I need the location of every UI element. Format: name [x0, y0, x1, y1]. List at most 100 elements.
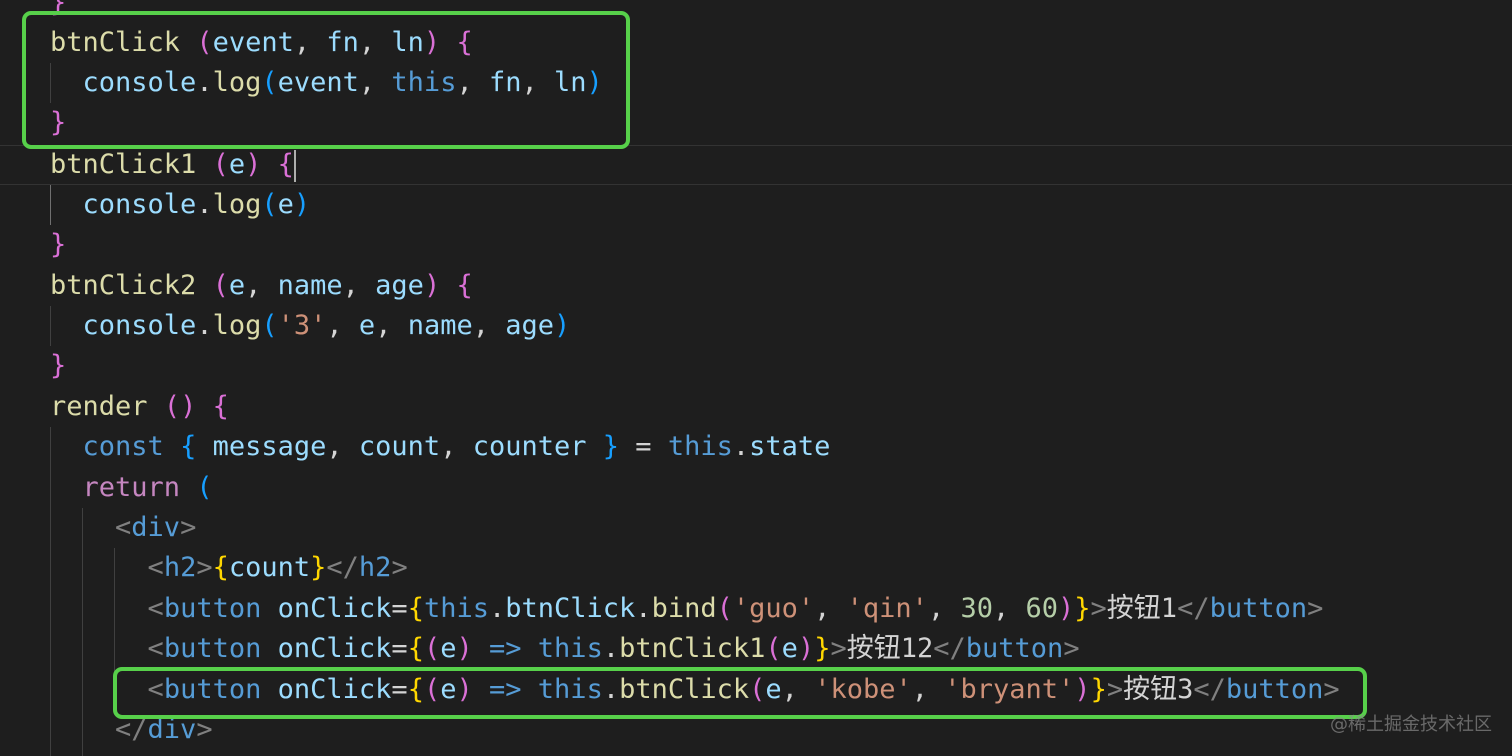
code-token: ( [765, 633, 782, 664]
code-token: > [1063, 633, 1080, 664]
code-token: 'guo' [732, 593, 815, 624]
code-token: e [440, 633, 457, 664]
code-token: </ [1177, 593, 1210, 624]
code-token: </ [326, 552, 359, 583]
code-token: , [326, 431, 359, 462]
code-line: } [50, 346, 66, 386]
code-token: button [163, 633, 262, 664]
code-token: ) [456, 633, 473, 664]
code-token: counter [472, 431, 587, 462]
code-token: btnClick1 [50, 149, 197, 180]
code-token: ( [423, 633, 441, 664]
code-token: } [50, 229, 67, 260]
code-token: bind [651, 593, 717, 624]
code-token: . [196, 310, 213, 341]
code-token: '3' [277, 310, 327, 341]
code-token: . [602, 633, 620, 664]
code-token: . [732, 431, 750, 462]
code-token: > [196, 552, 213, 583]
code-token: = [391, 633, 408, 664]
code-token: render [50, 391, 148, 422]
code-editor[interactable]: } btnClick (event, fn, ln) { console.log… [0, 0, 1512, 756]
code-token: () [163, 391, 197, 422]
code-token: onClick [277, 633, 392, 664]
code-line: <button onClick={this.btnClick.bind('guo… [50, 589, 1324, 629]
code-token: ( [212, 149, 229, 180]
code-token: this [423, 593, 489, 624]
code-token: btnClick2 [50, 270, 197, 301]
code-token: count [228, 552, 311, 583]
code-token: ( [261, 310, 278, 341]
code-line: console.log('3', e, name, age) [50, 306, 571, 346]
code-token: state [749, 431, 831, 462]
code-token: > [1090, 593, 1107, 624]
code-token: > [830, 633, 847, 664]
code-token: , [440, 431, 473, 462]
code-token: = [619, 431, 668, 462]
code-token: 按钮1 [1106, 593, 1178, 624]
code-token: ) [554, 310, 571, 341]
code-token: } [310, 552, 327, 583]
code-token: ) [245, 149, 262, 180]
code-token: 'qin' [846, 593, 928, 624]
code-token: div [131, 512, 181, 543]
code-token: name [277, 270, 343, 301]
code-line: const { message, count, counter } = this… [50, 427, 831, 467]
code-token: , [927, 593, 961, 624]
code-token: , [245, 270, 278, 301]
code-token: btnClick1 [619, 633, 766, 664]
code-token: h2 [163, 552, 197, 583]
code-line: console.log(e) [50, 185, 311, 225]
code-token: ( [196, 472, 213, 503]
code-token: , [326, 310, 359, 341]
code-token: name [407, 310, 473, 341]
code-token: return [82, 472, 181, 503]
code-token: } [602, 431, 620, 462]
code-token: ) [423, 270, 441, 301]
code-token: const [82, 431, 164, 462]
code-token: , [342, 270, 376, 301]
code-token: . [635, 593, 652, 624]
code-token: </ [933, 633, 966, 664]
code-token: { [277, 149, 294, 180]
code-token: log [212, 189, 262, 220]
code-token: . [196, 189, 213, 220]
code-token: e [358, 310, 376, 341]
highlight-box-button3-line [113, 667, 1367, 719]
code-token: , [375, 310, 408, 341]
code-token: = [391, 593, 408, 624]
code-token: . [488, 593, 506, 624]
watermark: @稀土掘金技术社区 [1330, 714, 1492, 735]
code-token: ( [261, 189, 278, 220]
code-token: e [228, 270, 246, 301]
text-cursor [294, 150, 296, 182]
code-token: button [965, 633, 1064, 664]
code-token: age [375, 270, 424, 301]
code-token: > [180, 512, 197, 543]
code-token: 按钮12 [846, 633, 934, 664]
code-token: this [537, 633, 603, 664]
code-line: btnClick2 (e, name, age) { [50, 266, 473, 306]
code-line: <div> [50, 508, 196, 548]
code-token: , [472, 310, 506, 341]
code-token: ( [716, 593, 733, 624]
code-token: log [212, 310, 262, 341]
code-token: ) [293, 189, 311, 220]
code-token: button [1209, 593, 1308, 624]
code-token: { [456, 270, 473, 301]
